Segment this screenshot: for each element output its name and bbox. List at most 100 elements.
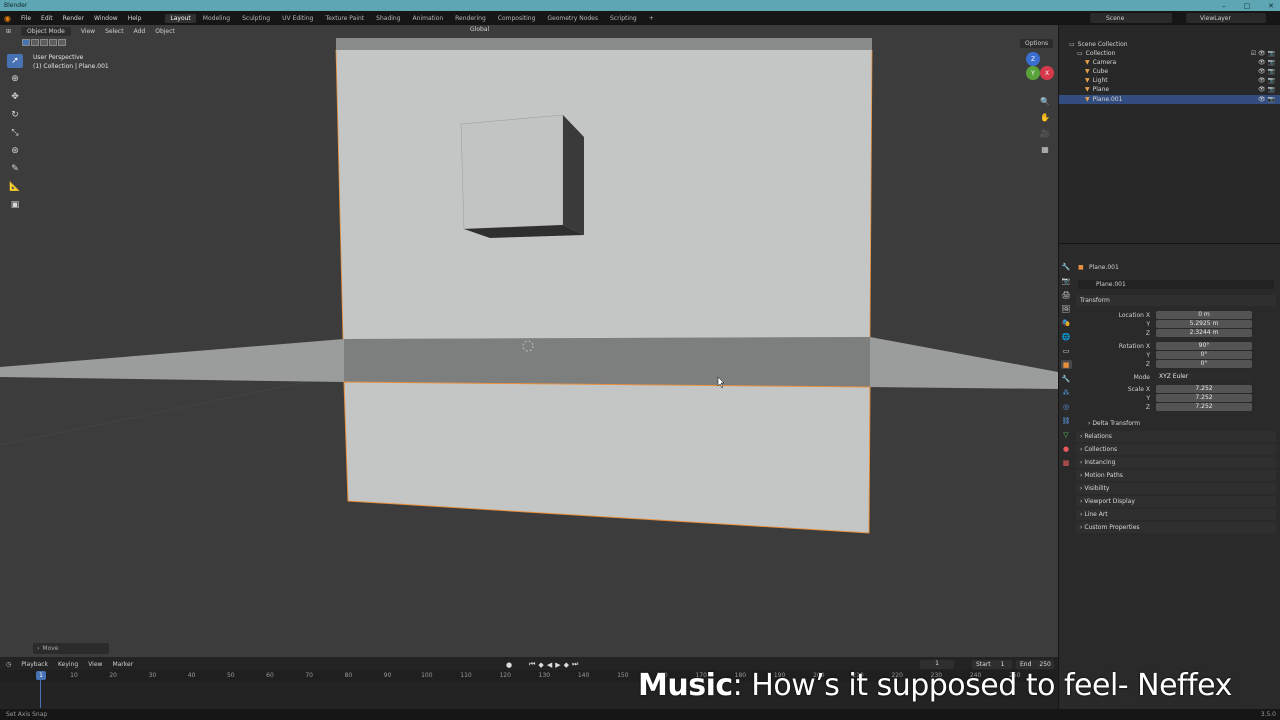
- add-cube-icon[interactable]: ▣: [7, 198, 23, 212]
- tab-animation[interactable]: Animation: [408, 14, 449, 23]
- menu-add[interactable]: Add: [134, 28, 146, 35]
- visibility-icon[interactable]: 👁 📷: [1258, 68, 1275, 75]
- camera-view-icon[interactable]: 🎥: [1038, 126, 1052, 140]
- tab-uv-editing[interactable]: UV Editing: [277, 14, 318, 23]
- select-extend-icon[interactable]: [31, 39, 39, 46]
- zoom-icon[interactable]: 🔍: [1038, 94, 1052, 108]
- object-name-field[interactable]: Plane.001: [1078, 280, 1274, 289]
- play-reverse-icon[interactable]: ◀: [547, 661, 552, 669]
- select-subtract-icon[interactable]: [40, 39, 48, 46]
- axis-y-icon[interactable]: Y: [1026, 66, 1040, 80]
- material-tab-icon[interactable]: ●: [1061, 444, 1072, 453]
- render-tab-icon[interactable]: 📷: [1061, 276, 1072, 285]
- modifier-tab-icon[interactable]: 🔧: [1061, 374, 1072, 383]
- tab-texture-paint[interactable]: Texture Paint: [320, 14, 369, 23]
- ortho-grid-icon[interactable]: ▦: [1038, 142, 1052, 156]
- next-keyframe-icon[interactable]: ◆: [564, 661, 569, 669]
- select-new-icon[interactable]: [22, 39, 30, 46]
- jump-start-icon[interactable]: ⏮: [529, 660, 535, 669]
- tab-layout[interactable]: Layout: [165, 13, 196, 23]
- visibility-icon[interactable]: 👁 📷: [1258, 86, 1275, 93]
- relations-panel[interactable]: › Relations: [1080, 433, 1112, 440]
- playhead[interactable]: 1: [36, 671, 46, 680]
- outliner-item-plane[interactable]: ▼ Plane 👁 📷: [1059, 85, 1280, 94]
- tab-shading[interactable]: Shading: [371, 14, 405, 23]
- rotation-x-field[interactable]: 90°: [1156, 342, 1252, 350]
- measure-icon[interactable]: 📐: [7, 180, 23, 194]
- rotation-mode-select[interactable]: XYZ Euler: [1156, 373, 1252, 381]
- view-layer-selector[interactable]: ViewLayer: [1186, 13, 1266, 23]
- axis-z-icon[interactable]: Z: [1026, 52, 1040, 66]
- select-invert-icon[interactable]: [49, 39, 57, 46]
- menu-view[interactable]: View: [81, 28, 95, 35]
- line-art-panel[interactable]: › Line Art: [1080, 511, 1108, 518]
- view-layer-tab-icon[interactable]: 🖼: [1061, 304, 1072, 313]
- outliner-collection[interactable]: ▭ Collection ☑ 👁 📷: [1059, 49, 1280, 58]
- particles-tab-icon[interactable]: ⁂: [1061, 388, 1072, 397]
- tab-scripting[interactable]: Scripting: [605, 14, 642, 23]
- physics-tab-icon[interactable]: ◎: [1061, 402, 1072, 411]
- menu-select[interactable]: Select: [105, 28, 124, 35]
- output-tab-icon[interactable]: 🖨: [1061, 290, 1072, 299]
- axis-x-icon[interactable]: X: [1040, 66, 1054, 80]
- outliner-scene-collection[interactable]: ▭ Scene Collection: [1059, 40, 1280, 49]
- object-tab-icon[interactable]: ■: [1060, 360, 1072, 369]
- outliner-item-camera[interactable]: ▼ Camera 👁 📷: [1059, 58, 1280, 67]
- menu-keying[interactable]: Keying: [58, 661, 78, 668]
- outliner-item-light[interactable]: ▼ Light 👁 📷: [1059, 76, 1280, 85]
- outliner-item-plane-001[interactable]: ▼ Plane.001 👁 📷: [1059, 95, 1280, 104]
- custom-properties-panel[interactable]: › Custom Properties: [1080, 524, 1140, 531]
- cursor-icon[interactable]: ⊕: [7, 72, 23, 86]
- menu-edit[interactable]: Edit: [41, 15, 53, 22]
- timeline-editor-type-icon[interactable]: ◷: [6, 661, 11, 668]
- object-mode-select[interactable]: Object Mode: [21, 26, 71, 36]
- location-z-field[interactable]: 2.3244 m: [1156, 329, 1252, 337]
- transform-icon[interactable]: ⊛: [7, 144, 23, 158]
- visibility-panel[interactable]: › Visibility: [1080, 485, 1109, 492]
- data-tab-icon[interactable]: ▽: [1061, 430, 1072, 439]
- annotate-icon[interactable]: ✎: [7, 162, 23, 176]
- location-x-field[interactable]: 0 m: [1156, 311, 1252, 319]
- tab-modeling[interactable]: Modeling: [198, 14, 235, 23]
- jump-end-icon[interactable]: ⏭: [572, 660, 578, 669]
- visibility-icon[interactable]: ☑ 👁 📷: [1251, 50, 1275, 57]
- tab-sculpting[interactable]: Sculpting: [237, 14, 275, 23]
- tab-rendering[interactable]: Rendering: [450, 14, 491, 23]
- add-workspace-button[interactable]: +: [644, 14, 659, 23]
- visibility-icon[interactable]: 👁 📷: [1258, 59, 1275, 66]
- record-icon[interactable]: ●: [506, 661, 512, 669]
- menu-timeline-view[interactable]: View: [88, 661, 102, 668]
- rotation-z-field[interactable]: 0°: [1156, 360, 1252, 368]
- transform-orientation-select[interactable]: Global: [470, 26, 489, 33]
- delta-transform-panel[interactable]: › Delta Transform: [1088, 420, 1140, 427]
- collection-tab-icon[interactable]: ▭: [1061, 346, 1072, 355]
- world-tab-icon[interactable]: 🌐: [1061, 332, 1072, 341]
- select-intersect-icon[interactable]: [58, 39, 66, 46]
- tab-geometry-nodes[interactable]: Geometry Nodes: [542, 14, 603, 23]
- scale-x-field[interactable]: 7.252: [1156, 385, 1252, 393]
- visibility-icon[interactable]: 👁 📷: [1258, 77, 1275, 84]
- outliner-item-cube[interactable]: ▼ Cube 👁 📷: [1059, 67, 1280, 76]
- menu-render[interactable]: Render: [63, 15, 84, 22]
- maximize-button[interactable]: □: [1244, 2, 1251, 10]
- collections-panel[interactable]: › Collections: [1080, 446, 1117, 453]
- scale-y-field[interactable]: 7.252: [1156, 394, 1252, 402]
- location-y-field[interactable]: 5.2925 m: [1156, 320, 1252, 328]
- menu-object[interactable]: Object: [155, 28, 175, 35]
- 3d-viewport[interactable]: [0, 25, 1058, 657]
- scale-icon[interactable]: ⤡: [7, 126, 23, 140]
- menu-marker[interactable]: Marker: [112, 661, 133, 668]
- motion-paths-panel[interactable]: › Motion Paths: [1080, 472, 1123, 479]
- visibility-icon[interactable]: 👁 📷: [1258, 96, 1275, 103]
- play-icon[interactable]: ▶: [555, 661, 560, 669]
- tab-compositing[interactable]: Compositing: [493, 14, 541, 23]
- instancing-panel[interactable]: › Instancing: [1080, 459, 1115, 466]
- constraints-tab-icon[interactable]: ⛓: [1061, 416, 1072, 425]
- menu-help[interactable]: Help: [128, 15, 142, 22]
- select-icon[interactable]: ➚: [7, 54, 23, 68]
- scene-selector[interactable]: Scene: [1090, 13, 1172, 23]
- menu-playback[interactable]: Playback: [21, 661, 48, 668]
- tool-tab-icon[interactable]: 🔧: [1061, 262, 1072, 271]
- move-icon[interactable]: ✥: [7, 90, 23, 104]
- viewport-display-panel[interactable]: › Viewport Display: [1080, 498, 1135, 505]
